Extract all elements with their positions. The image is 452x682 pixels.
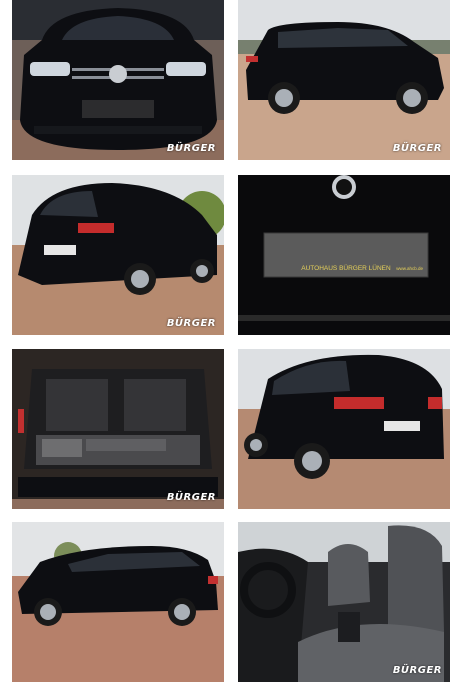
photo-car-side[interactable]: BÜRGER (238, 0, 450, 160)
car-rear-right-image (238, 349, 450, 509)
photo-car-rear-three-quarter[interactable]: BÜRGER (12, 175, 224, 335)
watermark: BÜRGER (392, 665, 442, 676)
plate-url-text: www.ahcb.de (396, 266, 423, 271)
photo-car-front[interactable]: BÜRGER (12, 0, 224, 160)
plate-dealer-text: AUTOHAUS BÜRGER LÜNEN (301, 264, 391, 272)
photo-car-rear-right[interactable] (238, 349, 450, 509)
photo-front-seat-interior[interactable]: BÜRGER (238, 522, 450, 682)
watermark: BÜRGER (166, 143, 216, 154)
photo-license-plate-closeup[interactable]: AUTOHAUS BÜRGER LÜNEN www.ahcb.de (238, 175, 450, 335)
trunk-interior-image (12, 349, 224, 509)
car-left-side-image (12, 522, 224, 682)
watermark: BÜRGER (166, 318, 216, 329)
car-side-image (238, 0, 450, 160)
car-rear-three-quarter-image (12, 175, 224, 335)
watermark: BÜRGER (392, 143, 442, 154)
photo-car-left-side[interactable] (12, 522, 224, 682)
license-plate-image: AUTOHAUS BÜRGER LÜNEN www.ahcb.de (238, 175, 450, 335)
watermark: BÜRGER (166, 492, 216, 503)
front-seat-interior-image (238, 522, 450, 682)
photo-trunk-interior[interactable]: BÜRGER (12, 349, 224, 509)
car-front-image (12, 0, 224, 160)
